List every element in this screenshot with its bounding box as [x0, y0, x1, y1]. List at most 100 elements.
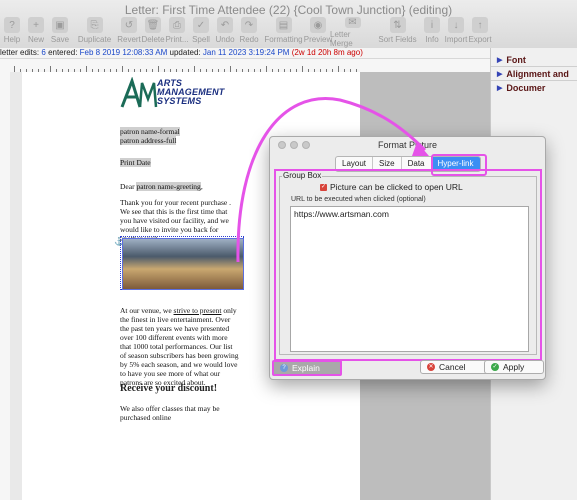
print-icon: ⎙ [169, 17, 185, 33]
merge-field-name-formal[interactable]: patron name-formal [120, 127, 180, 136]
new-icon: + [28, 17, 44, 33]
panel-item-document[interactable]: ▶ Documer [491, 82, 577, 93]
toolbar-button-export[interactable]: ↑ Export [468, 15, 492, 47]
edits-info-bar: letter edits: 6 entered: Feb 8 2019 12:0… [0, 48, 490, 59]
delete-icon: 🗑 [145, 17, 161, 33]
cancel-button[interactable]: ✕ Cancel [420, 360, 490, 374]
toolbar-button-label: Export [468, 35, 492, 44]
toolbar-button-preview[interactable]: ◉ Preview [303, 15, 333, 47]
toolbar-button-label: Sort Fields [378, 35, 417, 44]
entered-value: Feb 8 2019 12:08:33 AM [79, 48, 168, 57]
toolbar-button-help[interactable]: ? Help [0, 15, 24, 47]
toolbar-button-undo[interactable]: ↶ Undo [213, 15, 237, 47]
toolbar-button-formatting[interactable]: ▤ Formatting [261, 15, 306, 47]
checkbox-label: Picture can be clicked to open URL [330, 182, 463, 192]
toolbar-button-label: Delete [141, 35, 165, 44]
toolbar-button-save[interactable]: ▣ Save [48, 15, 72, 47]
toolbar-button-print[interactable]: ⎙ Print... [165, 15, 189, 47]
greeting-line: Dear patron name-greeting, [120, 182, 203, 191]
edits-count: 6 [41, 48, 46, 57]
toolbar-button-label: Spell [192, 35, 210, 44]
entered-label: entered: [48, 48, 78, 57]
toolbar-button-label: Revert [117, 35, 141, 44]
toolbar-button-label: Undo [215, 35, 235, 44]
preview-icon: ◉ [310, 17, 326, 33]
logo-wordmark: ARTS MANAGEMENT SYSTEMS [157, 79, 225, 106]
apply-label: Apply [503, 362, 525, 372]
toolbar-button-label: Info [425, 35, 439, 44]
disclosure-triangle-icon: ▶ [497, 70, 503, 78]
merge-field-name-greeting[interactable]: patron name-greeting [136, 182, 201, 191]
help-icon: ? [4, 17, 20, 33]
toolbar-button-delete[interactable]: 🗑 Delete [141, 15, 165, 47]
format-picture-dialog: Format Picture Layout Size Data Hyper-li… [269, 136, 546, 380]
toolbar-button-label: Import [444, 35, 468, 44]
open-url-checkbox-row[interactable]: ✓ Picture can be clicked to open URL [320, 182, 463, 192]
toolbar-button-label: Help [3, 35, 21, 44]
logo-line: SYSTEMS [157, 96, 202, 106]
panel-item-alignment[interactable]: ▶ Alignment and [491, 68, 577, 79]
group-box-title: Group Box [282, 171, 323, 180]
panel-item-label: Documer [506, 82, 546, 93]
toolbar-button-letter-merge[interactable]: ✉ Letter Merge [330, 15, 375, 48]
paragraph-underlined-text: strive to present [173, 306, 222, 315]
merge-field-print-date[interactable]: Print Date [120, 158, 151, 167]
spell-icon: ✓ [193, 17, 209, 33]
toolbar-button-new[interactable]: + New [24, 15, 48, 47]
dialog-title: Format Picture [377, 140, 437, 150]
disclosure-triangle-icon: ▶ [497, 56, 503, 64]
toolbar-button-label: Redo [239, 35, 259, 44]
greeting-suffix: , [200, 182, 203, 191]
toolbar-button-duplicate[interactable]: ⎘ Duplicate [72, 15, 117, 47]
toolbar-button-label: Preview [303, 35, 333, 44]
updated-value: Jan 11 2023 3:19:24 PM [202, 48, 290, 57]
paragraph-text: only the finest in live entertainment. O… [120, 306, 239, 387]
toolbar-button-label: Formatting [264, 35, 303, 44]
venue-photo[interactable] [122, 238, 244, 290]
explain-icon: ? [280, 364, 288, 372]
toolbar-button-label: Save [50, 35, 70, 44]
url-field-label: URL to be executed when clicked (optiona… [291, 196, 426, 203]
paragraph-venue: At our venue, we strive to present only … [120, 306, 240, 387]
toolbar-button-revert[interactable]: ↺ Revert [117, 15, 141, 47]
cancel-label: Cancel [439, 362, 466, 372]
toolbar-button-label: Letter Merge [330, 30, 353, 48]
merge-field-address-full[interactable]: patron address-full [120, 136, 177, 145]
panel-item-label: Alignment and [506, 68, 569, 79]
panel-item-label: Font [506, 54, 526, 65]
elapsed-value: (2w 1d 20h 8m ago) [291, 48, 363, 57]
letter-merge-icon: ✉ [344, 17, 361, 28]
toolbar-button-label: Print... [165, 35, 189, 44]
apply-button[interactable]: ✓ Apply [484, 360, 544, 374]
info-icon: i [424, 17, 440, 33]
toolbar-button-label: Duplicate [77, 35, 112, 44]
toolbar-button-redo[interactable]: ↷ Redo [237, 15, 261, 47]
explain-button[interactable]: ? Explain [272, 360, 342, 376]
toolbar: ? Help + New ▣ Save ⎘ Duplicate ↺ Revert 🗑 Delete ⎙ P… [0, 15, 492, 48]
paragraph-classes: We also offer classes that may be purcha… [120, 404, 220, 422]
undo-icon: ↶ [217, 17, 233, 33]
window-titlebar: Letter: First Time Attendee (22) {Cool T… [0, 0, 577, 49]
toolbar-button-label: New [27, 35, 44, 44]
discount-heading: Receive your discount! [120, 383, 218, 394]
address-block: patron name-formal patron address-full [120, 127, 180, 145]
edits-label: letter edits: [0, 48, 40, 57]
panel-item-font[interactable]: ▶ Font [491, 54, 577, 65]
cancel-x-icon: ✕ [427, 363, 435, 371]
panel-divider [491, 80, 577, 81]
toolbar-button-import[interactable]: ↓ Import [444, 15, 468, 47]
url-textarea[interactable]: https://www.artsman.com [290, 206, 529, 352]
horizontal-ruler[interactable] [0, 59, 490, 73]
sort-fields-icon: ⇅ [389, 17, 406, 33]
checkbox-checked-icon[interactable]: ✓ [320, 183, 327, 191]
toolbar-button-sort-fields[interactable]: ⇅ Sort Fields [375, 15, 420, 47]
explain-label: Explain [292, 363, 320, 373]
revert-icon: ↺ [121, 17, 137, 33]
updated-label: updated: [169, 48, 201, 57]
export-icon: ↑ [472, 17, 488, 33]
toolbar-button-info[interactable]: i Info [420, 15, 444, 47]
disclosure-triangle-icon: ▶ [497, 84, 503, 92]
toolbar-button-spell[interactable]: ✓ Spell [189, 15, 213, 47]
paragraph-text: At our venue, we [120, 306, 174, 315]
panel-divider [491, 66, 577, 67]
